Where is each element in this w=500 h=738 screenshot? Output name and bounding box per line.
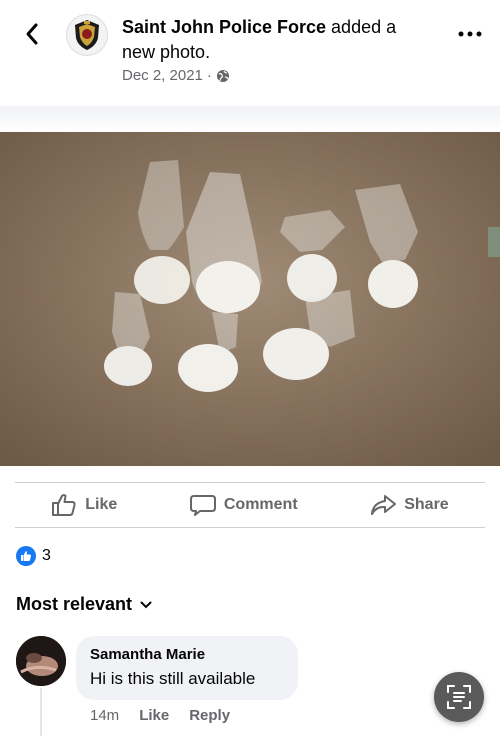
text-scan-button[interactable] (434, 672, 484, 722)
share-arrow-icon (371, 495, 397, 515)
post-header: Saint John Police Force added a new phot… (0, 0, 500, 106)
avatar[interactable] (16, 636, 66, 686)
comment-sort-dropdown[interactable]: Most relevant (16, 594, 152, 615)
post-action-bar: Like Comment Share (15, 482, 485, 528)
reactions-summary[interactable]: 3 (16, 546, 51, 566)
post-title: Saint John Police Force added a new phot… (122, 15, 432, 65)
ellipsis-icon (458, 31, 482, 37)
page-avatar[interactable] (66, 14, 108, 56)
post-photo[interactable] (0, 132, 500, 466)
like-label: Like (85, 496, 118, 513)
comment-reply-button[interactable]: Reply (189, 707, 230, 724)
back-button[interactable] (18, 20, 46, 48)
comment-text: Hi is this still available (90, 669, 256, 688)
share-label: Share (404, 496, 449, 513)
post-meta: Dec 2, 2021 · (122, 67, 230, 84)
comment-item: Samantha Marie Hi is this still availabl… (16, 636, 486, 736)
comment-button[interactable]: Comment (189, 493, 298, 517)
chevron-down-icon (140, 601, 152, 608)
thumbs-up-icon (16, 546, 36, 566)
post-date[interactable]: Dec 2, 2021 (122, 67, 203, 84)
chevron-left-icon (26, 23, 38, 45)
share-button[interactable]: Share (370, 493, 449, 517)
comment-like-button[interactable]: Like (139, 707, 169, 724)
photo-image (0, 132, 500, 466)
comment-bubble[interactable]: Samantha Marie Hi is this still availabl… (76, 636, 298, 700)
scan-text-icon (447, 685, 471, 709)
comment-label: Comment (223, 496, 298, 513)
comment-timestamp[interactable]: 14m (90, 707, 119, 724)
globe-icon (216, 69, 229, 82)
profile-photo-image (16, 636, 66, 686)
police-badge-icon (75, 20, 99, 50)
sort-label: Most relevant (16, 594, 133, 614)
reaction-count: 3 (42, 547, 51, 564)
more-options-button[interactable] (456, 24, 484, 44)
comment-bubble-icon (189, 495, 216, 516)
thumbs-up-outline-icon (52, 494, 76, 516)
like-button[interactable]: Like (51, 493, 117, 517)
commenter-name[interactable]: Samantha Marie (90, 646, 284, 663)
header-divider (0, 106, 500, 132)
page-name-link[interactable]: Saint John Police Force (122, 17, 326, 37)
meta-separator: · (206, 67, 212, 84)
comment-meta: 14m Like Reply (90, 707, 230, 724)
thread-line (40, 688, 42, 736)
